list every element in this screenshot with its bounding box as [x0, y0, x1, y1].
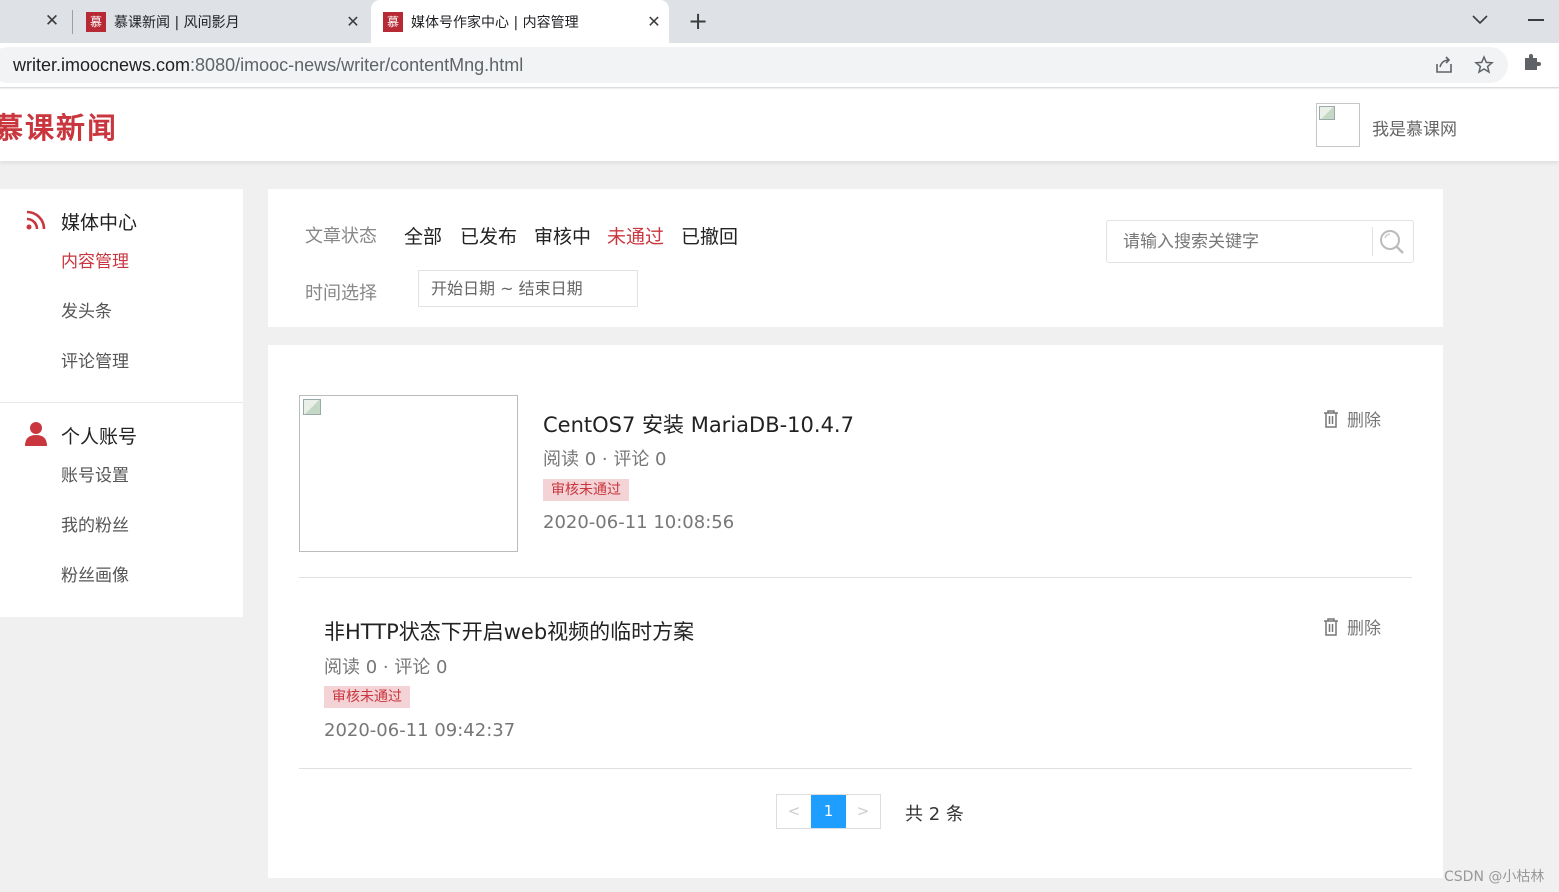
tab-title: 慕课新闻 | 风间影月	[114, 14, 240, 31]
url-host: writer.imoocnews.com	[13, 54, 191, 75]
trash-icon	[1324, 409, 1338, 428]
search-icon[interactable]	[1375, 225, 1409, 259]
delete-label: 删除	[1347, 619, 1381, 639]
content-panel: CentOS7 安装 MariaDB-10.4.7 阅读 0 · 评论 0 审核…	[268, 345, 1443, 878]
article-stats: 阅读 0 · 评论 0	[324, 657, 448, 678]
delete-button[interactable]: 删除	[1323, 406, 1381, 431]
star-icon[interactable]	[1473, 54, 1495, 76]
sidebar: 媒体中心 内容管理 发头条 评论管理 个人账号 账号设置 我的粉丝 粉丝画像	[0, 189, 243, 617]
minimize-icon[interactable]	[1528, 19, 1544, 21]
sidebar-item-content-management[interactable]: 内容管理	[61, 247, 129, 272]
broken-image-icon	[1319, 106, 1335, 120]
browser-tabstrip: ✕ 慕 慕课新闻 | 风间影月 ✕ 慕 媒体号作家中心 | 内容管理 ✕ +	[0, 0, 1559, 43]
plus-icon[interactable]: +	[685, 7, 711, 35]
url-path: :8080/imooc-news/writer/contentMng.html	[190, 54, 524, 75]
status-option-withdrawn[interactable]: 已撤回	[681, 222, 738, 249]
avatar[interactable]	[1316, 103, 1360, 147]
sidebar-item-account-settings[interactable]: 账号设置	[61, 461, 129, 486]
close-icon[interactable]: ✕	[338, 12, 368, 31]
article-stats: 阅读 0 · 评论 0	[543, 449, 667, 470]
username[interactable]: 我是慕课网	[1372, 115, 1457, 140]
delete-label: 删除	[1347, 411, 1381, 431]
status-option-all[interactable]: 全部	[404, 222, 442, 249]
url-text: writer.imoocnews.com:8080/imooc-news/wri…	[13, 55, 523, 76]
browser-toolbar: writer.imoocnews.com:8080/imooc-news/wri…	[0, 43, 1559, 88]
article-date: 2020-06-11 09:42:37	[324, 720, 516, 741]
puzzle-icon[interactable]	[1522, 52, 1542, 77]
time-filter-label: 时间选择	[305, 283, 377, 304]
browser-tab-active[interactable]: 慕 媒体号作家中心 | 内容管理 ✕	[371, 0, 669, 43]
chevron-down-icon[interactable]	[1472, 10, 1488, 29]
pagination: < 1 >	[776, 794, 881, 829]
article-date: 2020-06-11 10:08:56	[543, 512, 735, 533]
article-title[interactable]: CentOS7 安装 MariaDB-10.4.7	[543, 409, 854, 439]
browser-tab[interactable]: 慕 慕课新闻 | 风间影月 ✕	[74, 0, 368, 43]
sidebar-item-comment-management[interactable]: 评论管理	[61, 347, 129, 372]
site-header: 慕课新闻 我是慕课网	[0, 89, 1559, 161]
article-item: CentOS7 安装 MariaDB-10.4.7 阅读 0 · 评论 0 审核…	[299, 345, 1412, 578]
status-option-published[interactable]: 已发布	[460, 222, 517, 249]
watermark: CSDN @小枯林	[1444, 869, 1545, 885]
share-icon[interactable]	[1433, 54, 1455, 76]
site-logo[interactable]: 慕课新闻	[0, 105, 118, 147]
broken-image-icon	[303, 399, 321, 415]
sidebar-item-fan-profile[interactable]: 粉丝画像	[61, 561, 129, 586]
pagination-prev-button[interactable]: <	[777, 795, 811, 828]
pagination-total: 共 2 条	[905, 804, 964, 825]
sidebar-section-account: 个人账号	[61, 426, 138, 448]
date-range-input[interactable]: 开始日期 ~ 结束日期	[418, 270, 638, 307]
status-option-reviewing[interactable]: 审核中	[534, 222, 591, 249]
site-favicon: 慕	[383, 11, 403, 32]
search-separator	[1372, 227, 1373, 256]
article-cover-image[interactable]	[299, 395, 518, 552]
pagination-next-button[interactable]: >	[846, 795, 880, 828]
delete-button[interactable]: 删除	[1323, 614, 1381, 639]
sidebar-section-media: 媒体中心	[61, 212, 138, 234]
user-icon	[24, 421, 48, 446]
status-filter-label: 文章状态	[305, 226, 377, 247]
rss-icon	[24, 208, 48, 232]
tab-title: 媒体号作家中心 | 内容管理	[411, 14, 579, 31]
site-favicon: 慕	[86, 11, 106, 32]
search-box	[1106, 220, 1414, 263]
status-badge: 审核未通过	[324, 686, 410, 708]
pagination-page-button[interactable]: 1	[811, 795, 846, 828]
close-icon[interactable]: ✕	[42, 11, 62, 31]
status-option-rejected[interactable]: 未通过	[607, 222, 664, 249]
article-title[interactable]: 非HTTP状态下开启web视频的临时方案	[324, 616, 694, 646]
trash-icon	[1324, 617, 1338, 636]
sidebar-item-my-fans[interactable]: 我的粉丝	[61, 511, 129, 536]
article-item: 非HTTP状态下开启web视频的临时方案 阅读 0 · 评论 0 审核未通过 2…	[299, 578, 1412, 769]
filter-panel: 文章状态 全部 已发布 审核中 未通过 已撤回 时间选择 开始日期 ~ 结束日期	[268, 189, 1443, 327]
sidebar-divider	[0, 402, 243, 403]
status-badge: 审核未通过	[543, 479, 629, 501]
address-bar[interactable]: writer.imoocnews.com:8080/imooc-news/wri…	[0, 47, 1508, 83]
search-input[interactable]	[1107, 221, 1372, 262]
close-icon[interactable]: ✕	[639, 12, 669, 31]
tab-separator	[72, 10, 73, 34]
sidebar-item-post-headline[interactable]: 发头条	[61, 297, 112, 322]
